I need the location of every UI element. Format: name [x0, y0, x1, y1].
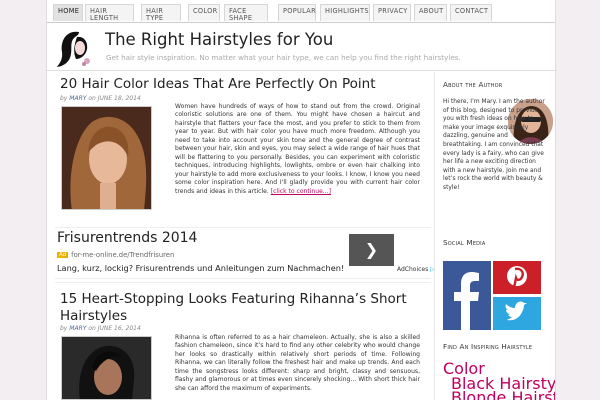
nav-item-hair-type[interactable]: Hair Type — [141, 4, 181, 22]
twitter-icon — [505, 301, 527, 321]
post-date: on JUNE 18, 2014 — [88, 95, 141, 102]
sidebar: About the Author Hi there, I’m Mary. I a… — [434, 72, 555, 400]
ad-choices[interactable]: AdChoices ▷ — [397, 266, 435, 273]
nav-item-popular[interactable]: Popular — [278, 4, 316, 21]
main-nav: Home Hair Length Hair Type Color Face Sh… — [47, 0, 555, 23]
pinterest-icon — [507, 266, 527, 289]
post-excerpt: Rihanna is often referred to as a hair c… — [175, 334, 420, 392]
nav-item-highlights[interactable]: Highlights — [320, 4, 370, 21]
post-thumbnail[interactable] — [61, 336, 152, 400]
post-excerpt-text: Women have hundreds of ways of how to st… — [175, 103, 420, 195]
pinterest-button[interactable] — [493, 261, 541, 294]
continue-link[interactable]: [click to continue...] — [271, 188, 331, 195]
ad-arrow-button[interactable]: ❯ — [349, 234, 394, 266]
post-thumbnail[interactable] — [61, 106, 152, 210]
categories-widget-title: Find An Inspiring Hairstyle — [443, 342, 533, 351]
ad-badge: Ad — [57, 252, 69, 258]
about-widget-title: About the Author — [443, 80, 503, 89]
ad-choices-label: AdChoices — [397, 266, 429, 273]
social-widget-title: Social Media — [443, 238, 486, 247]
ad-description: Lang, kurz, lockig? Frisurentrends und A… — [57, 263, 345, 273]
nav-item-face-shape[interactable]: Face Shape — [224, 4, 268, 22]
ad-url[interactable]: Ad for-me-online.de/Trendfrisuren — [57, 251, 174, 259]
page-wrapper: Home Hair Length Hair Type Color Face Sh… — [46, 0, 556, 400]
post-author[interactable]: MARY — [69, 325, 86, 332]
post-image — [62, 337, 151, 399]
site-title[interactable]: The Right Hairstyles for You — [105, 30, 333, 49]
site-tagline: Get hair style inspiration. No matter wh… — [106, 53, 461, 62]
twitter-button[interactable] — [493, 297, 541, 330]
post-title[interactable]: 15 Heart-Stopping Looks Featuring Rihann… — [60, 291, 420, 325]
post-excerpt: Women have hundreds of ways of how to st… — [175, 103, 420, 196]
chevron-right-icon: ❯ — [364, 240, 379, 259]
nav-item-privacy[interactable]: Privacy — [373, 4, 411, 21]
post-meta: by MARY on JUNE 18, 2014 — [60, 95, 141, 102]
site-logo-icon[interactable] — [57, 28, 93, 68]
facebook-icon — [454, 272, 479, 330]
nav-item-color[interactable]: Color — [188, 4, 220, 21]
divider — [55, 282, 431, 283]
site-header: The Right Hairstyles for You Get hair st… — [47, 22, 555, 71]
post-title[interactable]: 20 Hair Color Ideas That Are Perfectly O… — [60, 76, 420, 93]
about-text: Hi there, I’m Mary. I am the author of t… — [443, 99, 545, 191]
nav-item-home[interactable]: Home — [53, 4, 83, 21]
post-author[interactable]: MARY — [69, 95, 86, 102]
meta-by: by — [60, 95, 68, 102]
post-image — [62, 107, 151, 209]
post-meta: by MARY on JUNE 16, 2014 — [60, 325, 141, 332]
ad-title[interactable]: Frisurentrends 2014 — [57, 230, 197, 246]
ad-banner[interactable]: Frisurentrends 2014 Ad for-me-online.de/T… — [55, 227, 435, 279]
category-link-blonde-hairstyles[interactable]: Blonde Hairstyles — [451, 388, 555, 400]
nav-item-contact[interactable]: Contact — [450, 4, 492, 21]
nav-item-about[interactable]: About — [414, 4, 447, 21]
ad-url-text: for-me-online.de/Trendfrisuren — [71, 251, 175, 259]
meta-by: by — [60, 325, 68, 332]
facebook-button[interactable] — [443, 261, 491, 330]
nav-item-hair-length[interactable]: Hair Length — [85, 4, 134, 22]
post-date: on JUNE 16, 2014 — [88, 325, 141, 332]
